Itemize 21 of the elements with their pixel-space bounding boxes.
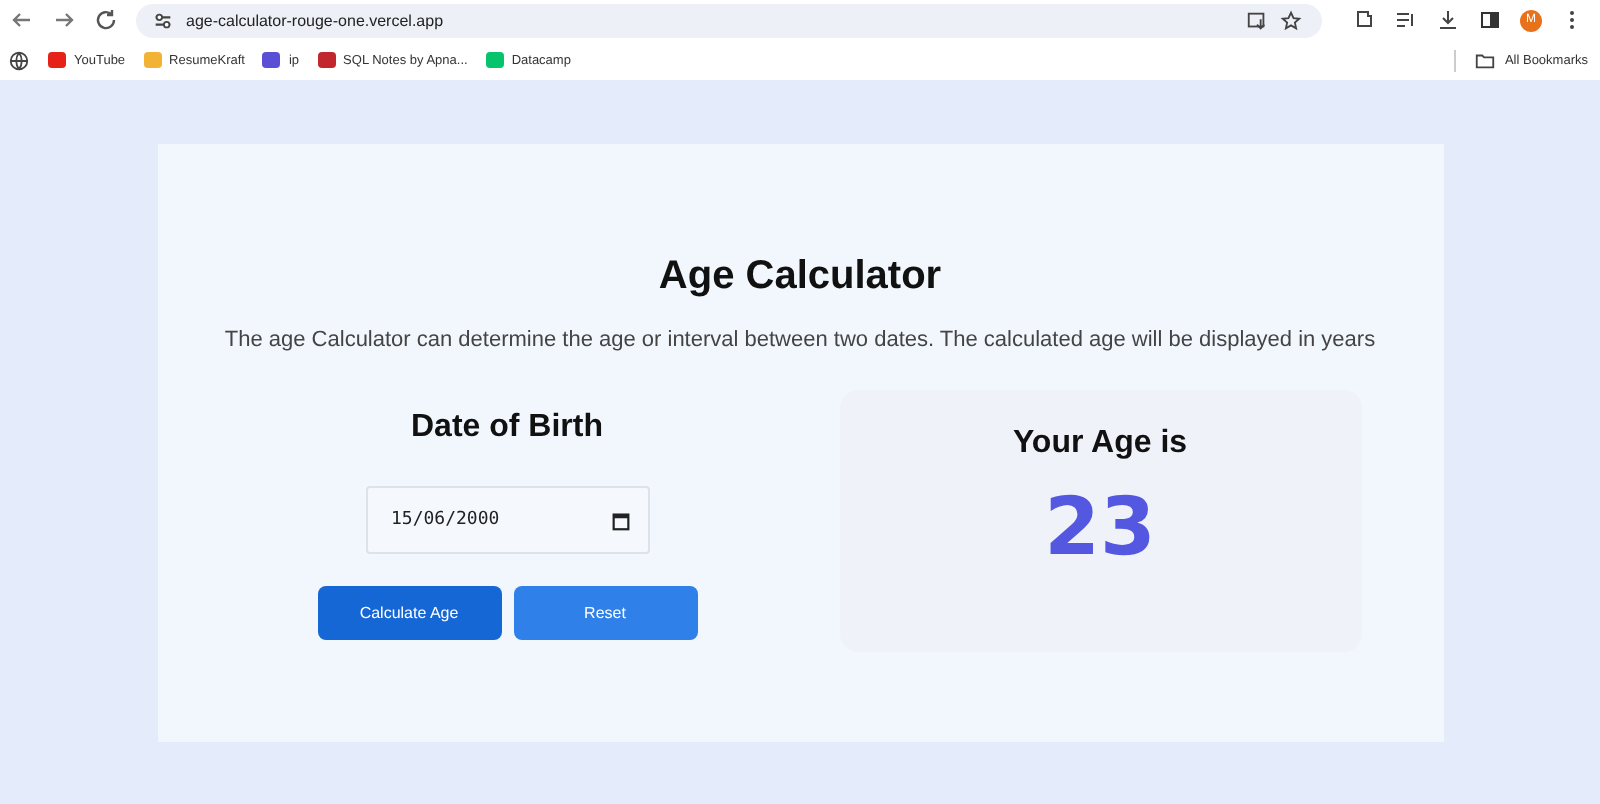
globe-icon[interactable] (8, 49, 30, 71)
reload-icon[interactable] (94, 8, 118, 32)
date-field[interactable]: 15/06/2000 (365, 486, 649, 554)
site-settings-icon[interactable] (152, 9, 174, 31)
side-panel-icon[interactable] (1478, 8, 1502, 32)
form-heading: Date of Birth (411, 410, 603, 446)
calendar-icon[interactable] (609, 509, 631, 531)
description-text: The age Calculator can determine the age or interval between two dates. The calculated age will be displayed in years (224, 328, 1376, 352)
folder-icon (1474, 49, 1497, 71)
calculate-button[interactable]: Calculate Age (317, 586, 501, 640)
reset-button[interactable]: Reset (513, 586, 697, 640)
result-heading: Your Age is (1012, 426, 1188, 462)
page-title: Age Calculator (658, 254, 942, 300)
star-icon[interactable] (1280, 9, 1302, 31)
url-text: age-calculator-rouge-one.vercel.app (186, 11, 444, 29)
download-icon[interactable] (1436, 8, 1460, 32)
forward-icon[interactable] (52, 8, 76, 32)
address-bar[interactable]: age-calculator-rouge-one.vercel.app (136, 3, 1322, 37)
back-icon[interactable] (10, 8, 34, 32)
age-value: 23 (1044, 482, 1156, 574)
install-icon[interactable] (1246, 9, 1268, 31)
